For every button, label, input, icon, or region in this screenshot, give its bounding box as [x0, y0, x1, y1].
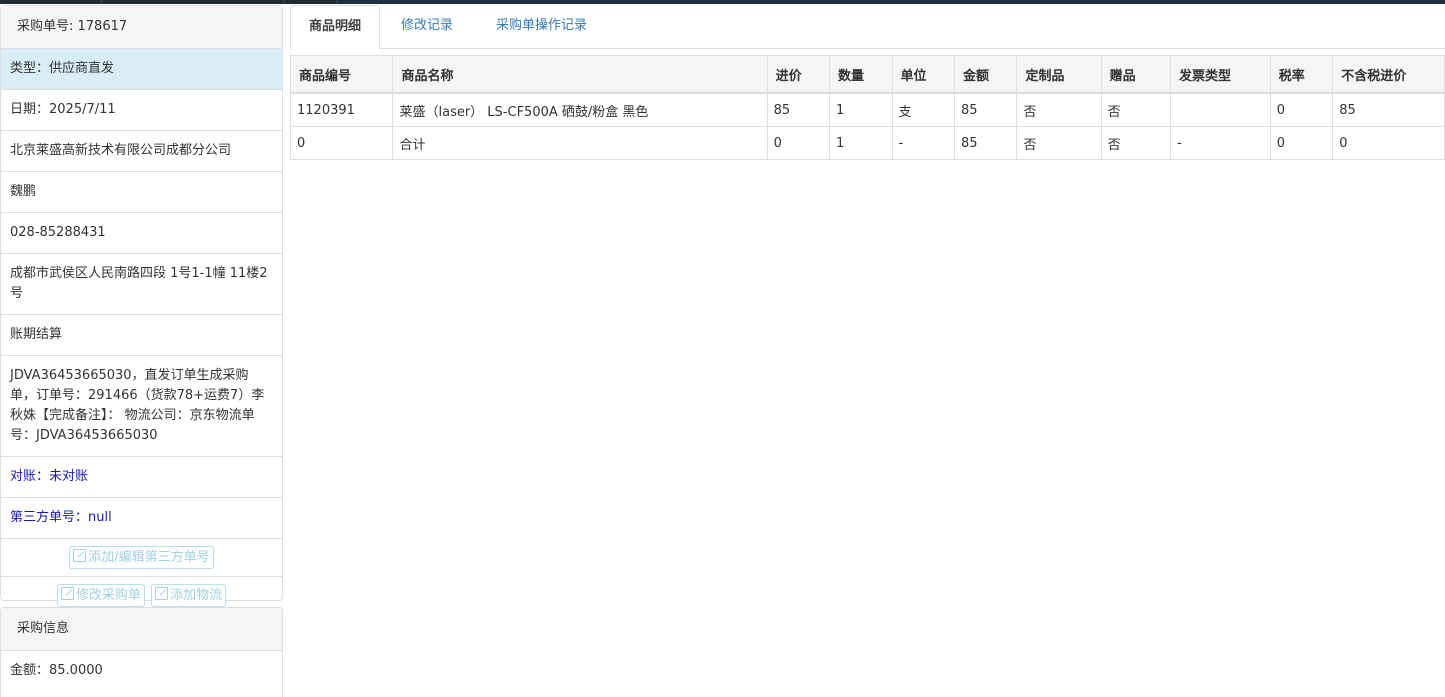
supplier-address: 成都市武侯区人民南路四段 1号1-1幢 11楼2号 — [1, 254, 282, 315]
column-header: 金额 — [953, 55, 1018, 94]
edit-icon — [60, 587, 74, 600]
tab-bar: 商品明细 修改记录 采购单操作记录 — [290, 5, 1445, 50]
edit-third-party-label: 添加/编辑第三方单号 — [88, 550, 210, 565]
order-info-panel: 采购单号: 178617 类型：供应商直发 日期：2025/7/11 北京莱盛高… — [0, 5, 283, 607]
table-cell: 否 — [1100, 92, 1171, 127]
table-cell: 85 — [1332, 92, 1445, 127]
table-cell: 85 — [766, 92, 831, 127]
order-date: 日期：2025/7/11 — [1, 90, 282, 131]
column-header: 数量 — [829, 55, 893, 94]
purchase-info-panel: 采购信息 金额：85.0000 — [0, 607, 283, 697]
top-bar — [0, 0, 1445, 4]
add-logistics-label: 添加物流 — [170, 588, 223, 603]
top-bar-segment — [286, 0, 336, 4]
table-cell: 0 — [766, 126, 831, 160]
edit-icon — [73, 549, 87, 562]
table-cell: 85 — [953, 126, 1018, 160]
tab-modify-log[interactable]: 修改记录 — [383, 5, 471, 47]
top-bar-segment — [103, 0, 283, 4]
table-cell: 0 — [289, 126, 394, 160]
tab-operation-log[interactable]: 采购单操作记录 — [478, 5, 605, 47]
column-header: 税率 — [1269, 55, 1334, 94]
edit-icon — [155, 587, 169, 600]
edit-po-label: 修改采购单 — [75, 588, 141, 603]
product-table: 商品编号 商品名称 进价 数量 单位 金额 定制品 赠品 发票类型 税率 不含税… — [289, 55, 1445, 160]
table-cell: 支 — [891, 92, 955, 127]
contact-name: 魏鹏 — [1, 172, 282, 213]
add-logistics-button[interactable]: 添加物流 — [151, 584, 227, 607]
column-header: 商品编号 — [289, 55, 394, 94]
third-party-number: 第三方单号：null — [1, 498, 282, 539]
supplier-company: 北京莱盛高新技术有限公司成都分公司 — [1, 131, 282, 172]
edit-third-party-button[interactable]: 添加/编辑第三方单号 — [69, 546, 214, 569]
top-bar-segment — [0, 0, 100, 4]
table-cell: 否 — [1016, 92, 1102, 127]
column-header: 发票类型 — [1169, 55, 1271, 94]
settlement-method: 账期结算 — [1, 315, 282, 356]
column-header: 定制品 — [1016, 55, 1102, 94]
table-row: 0 合计 0 1 - 85 否 否 - 0 0 — [289, 126, 1445, 160]
contact-phone: 028-85288431 — [1, 213, 282, 254]
tab-product-detail[interactable]: 商品明细 — [290, 5, 381, 50]
reconcile-status: 对账：未对账 — [1, 457, 282, 498]
table-cell: 1 — [829, 126, 893, 160]
table-cell: 否 — [1016, 126, 1102, 160]
column-header: 单位 — [891, 55, 955, 94]
table-row: 1120391 莱盛（laser） LS-CF500A 硒鼓/粉盒 黑色 85 … — [289, 92, 1445, 127]
purchase-amount: 金额：85.0000 — [10, 663, 103, 678]
table-cell: 1 — [829, 92, 893, 127]
column-header: 赠品 — [1100, 55, 1171, 94]
column-header: 不含税进价 — [1332, 55, 1445, 94]
order-number-header: 采购单号: 178617 — [1, 6, 282, 49]
table-cell: 莱盛（laser） LS-CF500A 硒鼓/粉盒 黑色 — [392, 92, 768, 127]
top-bar-segment — [338, 0, 1445, 4]
table-cell: 85 — [953, 92, 1018, 127]
table-cell: 否 — [1100, 126, 1171, 160]
column-header: 商品名称 — [392, 55, 768, 94]
table-header-row: 商品编号 商品名称 进价 数量 单位 金额 定制品 赠品 发票类型 税率 不含税… — [289, 55, 1445, 94]
column-header: 进价 — [766, 55, 831, 94]
table-cell: 1120391 — [289, 92, 394, 127]
order-type: 类型：供应商直发 — [1, 49, 282, 90]
table-cell: 0 — [1269, 92, 1334, 127]
table-cell: 0 — [1269, 126, 1334, 160]
edit-po-button[interactable]: 修改采购单 — [56, 584, 145, 607]
order-remark: JDVA36453665030，直发订单生成采购单，订单号：291466（货款7… — [1, 356, 282, 457]
purchase-info-header: 采购信息 — [1, 608, 282, 651]
table-cell: 合计 — [392, 126, 768, 160]
table-cell: - — [891, 126, 955, 160]
third-party-button-row: 添加/编辑第三方单号 — [1, 539, 282, 577]
table-cell: 0 — [1332, 126, 1445, 160]
table-cell — [1169, 92, 1271, 127]
table-cell: - — [1169, 126, 1271, 160]
